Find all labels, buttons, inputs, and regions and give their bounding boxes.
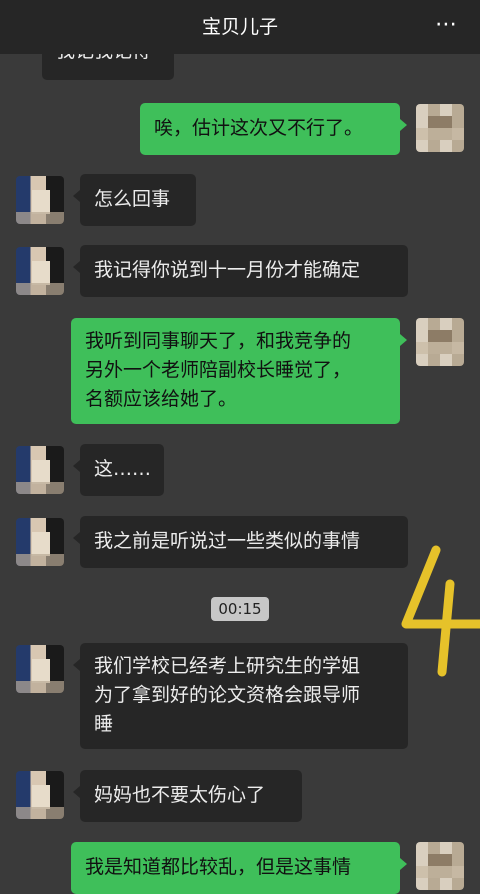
contact-avatar[interactable] (16, 176, 64, 224)
message-bubble-incoming[interactable]: 妈妈也不要太伤心了 (73, 770, 302, 822)
message-line: 我听到同事聊天了，和我竞争的 (85, 330, 352, 352)
timestamp: 00:15 (211, 597, 269, 621)
message-bubble-incoming[interactable]: 我之前是听说过一些类似的事情 (73, 516, 408, 568)
contact-avatar[interactable] (16, 518, 64, 566)
my-avatar[interactable] (416, 318, 464, 366)
message-bubble-incoming[interactable]: 怎么回事 (73, 174, 196, 226)
chat-title: 宝贝儿子 (201, 16, 278, 38)
contact-avatar[interactable] (16, 771, 64, 819)
message-bubble-incoming[interactable]: 我记得你说到十一月份才能确定 (73, 245, 408, 297)
message-bubble-incoming[interactable]: 这…… (73, 444, 164, 496)
message-bubble-outgoing[interactable]: 我听到同事聊天了，和我竞争的 另外一个老师陪副校长睡觉了， 名额应该给她了。 (71, 318, 407, 424)
chat-area: 我记我记得 唉，估计这次又不行了。 怎么回事 我记得你说到十一月份才能确定 我听… (0, 0, 480, 894)
message-line: 睡 (94, 713, 114, 735)
handwritten-number-annotation (401, 545, 480, 677)
message-line: 另外一个老师陪副校长睡觉了， (85, 359, 352, 381)
my-avatar[interactable] (416, 104, 464, 152)
my-avatar[interactable] (416, 842, 464, 890)
message-bubble-incoming[interactable]: 我们学校已经考上研究生的学姐 为了拿到好的论文资格会跟导师 睡 (73, 643, 408, 749)
message-line: 名额应该给她了。 (85, 388, 238, 410)
contact-avatar[interactable] (16, 645, 64, 693)
message-line: 为了拿到好的论文资格会跟导师 (94, 684, 361, 706)
message-line: 我们学校已经考上研究生的学姐 (94, 655, 361, 677)
message-bubble-outgoing[interactable]: 唉，估计这次又不行了。 (140, 103, 407, 155)
more-options-icon[interactable]: ⋯ (435, 0, 458, 50)
contact-avatar[interactable] (16, 446, 64, 494)
chat-header: 宝贝儿子 ⋯ (0, 0, 480, 54)
message-bubble-outgoing[interactable]: 我是知道都比较乱，但是这事情 (71, 842, 407, 894)
contact-avatar[interactable] (16, 247, 64, 295)
